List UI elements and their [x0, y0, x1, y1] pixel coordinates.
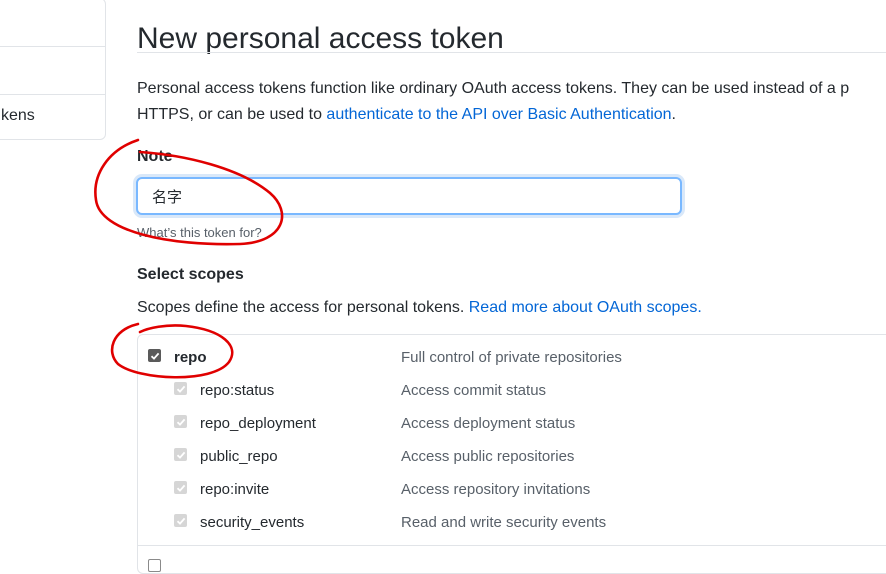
note-label: Note: [137, 148, 173, 165]
checkmark-icon: [176, 484, 185, 492]
scope-description: Access public repositories: [401, 448, 575, 465]
settings-sidebar: kens: [0, 0, 106, 140]
repo-deployment-checkbox[interactable]: [174, 415, 187, 428]
scope-description: Access deployment status: [401, 415, 576, 432]
intro-text: Personal access tokens function like ord…: [137, 76, 886, 128]
sidebar-divider: [0, 46, 105, 47]
scope-description: Full control of private repositories: [401, 349, 622, 366]
repo-status-checkbox[interactable]: [174, 382, 187, 395]
scopes-description-text: Scopes define the access for personal to…: [137, 299, 469, 316]
scope-row-public-repo: public_repo Access public repositories: [138, 446, 886, 474]
scope-name: repo_deployment: [200, 415, 316, 432]
note-hint: What’s this token for?: [137, 225, 262, 240]
scope-name: public_repo: [200, 448, 278, 465]
next-scope-checkbox[interactable]: [148, 559, 161, 572]
intro-line-2: HTTPS, or can be used to authenticate to…: [137, 102, 886, 128]
public-repo-checkbox[interactable]: [174, 448, 187, 461]
select-scopes-heading: Select scopes: [137, 266, 244, 283]
basic-auth-link[interactable]: authenticate to the API over Basic Authe…: [326, 106, 671, 123]
scope-row-repo-invite: repo:invite Access repository invitation…: [138, 479, 886, 507]
title-divider: [137, 52, 886, 53]
scope-row-security-events: security_events Read and write security …: [138, 512, 886, 540]
intro-line-1: Personal access tokens function like ord…: [137, 80, 850, 97]
checkmark-icon: [176, 517, 185, 525]
repo-checkbox[interactable]: [148, 349, 161, 362]
scope-row-repo-deployment: repo_deployment Access deployment status: [138, 413, 886, 441]
repo-invite-checkbox[interactable]: [174, 481, 187, 494]
oauth-scopes-link[interactable]: Read more about OAuth scopes.: [469, 299, 702, 316]
sidebar-divider: [0, 94, 105, 95]
scope-divider: [138, 545, 886, 546]
scope-name: security_events: [200, 514, 305, 531]
scope-row-repo: repo Full control of private repositorie…: [138, 347, 886, 375]
scope-description: Access repository invitations: [401, 481, 591, 498]
scope-list: repo Full control of private repositorie…: [137, 334, 886, 574]
note-input[interactable]: [136, 177, 682, 215]
scope-name: repo:status: [200, 382, 275, 399]
intro-line-2-prefix: HTTPS, or can be used to: [137, 106, 327, 123]
security-events-checkbox[interactable]: [174, 514, 187, 527]
checkmark-icon: [176, 418, 185, 426]
scope-name: repo:invite: [200, 481, 270, 498]
scope-name: repo: [174, 349, 207, 366]
intro-line-2-suffix: .: [671, 106, 676, 123]
scopes-description: Scopes define the access for personal to…: [137, 299, 702, 317]
scope-row-repo-status: repo:status Access commit status: [138, 380, 886, 408]
scope-description: Read and write security events: [401, 514, 607, 531]
sidebar-item-tokens[interactable]: kens: [1, 107, 35, 125]
page-title: New personal access token: [137, 22, 504, 56]
scope-description: Access commit status: [401, 382, 547, 399]
checkmark-icon: [176, 385, 185, 393]
checkmark-icon: [150, 352, 159, 360]
checkmark-icon: [176, 451, 185, 459]
